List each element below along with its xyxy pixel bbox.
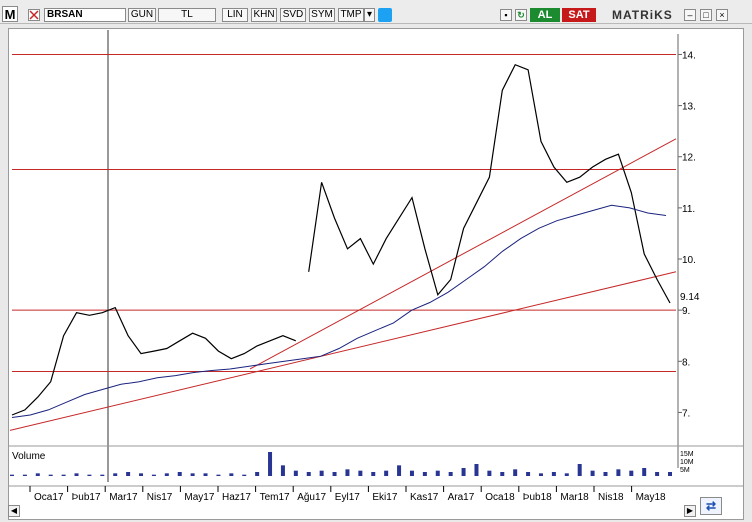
volume-bar bbox=[616, 469, 621, 476]
price-line-segment-2 bbox=[308, 63, 671, 304]
price-tick-label-1: 13. bbox=[682, 102, 696, 113]
volume-bar bbox=[668, 472, 672, 476]
volume-bar bbox=[164, 473, 169, 476]
volume-bar bbox=[409, 470, 414, 476]
volume-bar bbox=[61, 474, 66, 476]
month-label-15: Nis18 bbox=[598, 492, 624, 503]
volume-bar bbox=[422, 472, 427, 476]
price-tick-label-5: 9. bbox=[682, 306, 690, 317]
scroll-left-icon[interactable]: ◀ bbox=[8, 505, 20, 517]
month-label-6: Tem17 bbox=[260, 492, 290, 503]
volume-bar bbox=[474, 464, 479, 476]
volume-bar bbox=[216, 474, 221, 476]
volume-bar bbox=[629, 470, 634, 476]
price-tick-label-3: 11. bbox=[682, 204, 695, 215]
volume-bar bbox=[345, 469, 350, 476]
volume-tick-label-1: 10M bbox=[680, 459, 694, 466]
month-label-9: Eki17 bbox=[372, 492, 397, 503]
volume-bar bbox=[203, 473, 208, 476]
month-label-7: Ağu17 bbox=[297, 492, 326, 503]
volume-bar bbox=[255, 472, 260, 476]
month-label-10: Kas17 bbox=[410, 492, 439, 503]
month-label-3: Nis17 bbox=[147, 492, 173, 503]
volume-bar bbox=[10, 474, 14, 476]
volume-tick-label-2: 5M bbox=[680, 467, 690, 474]
volume-bar bbox=[655, 472, 660, 476]
volume-bar bbox=[526, 472, 531, 476]
volume-bar bbox=[48, 474, 53, 476]
last-price-label: 9.14 bbox=[680, 292, 700, 303]
volume-bar bbox=[500, 472, 505, 476]
price-tick-label-6: 8. bbox=[682, 357, 690, 368]
scroll-right-icon[interactable]: ▶ bbox=[684, 505, 696, 517]
month-label-16: May18 bbox=[636, 492, 666, 503]
volume-bar bbox=[126, 472, 131, 476]
volume-bar bbox=[190, 473, 195, 476]
volume-bar bbox=[113, 473, 118, 476]
volume-bar bbox=[642, 468, 647, 476]
volume-bar bbox=[22, 474, 27, 476]
month-label-5: Haz17 bbox=[222, 492, 251, 503]
month-label-1: Þub17 bbox=[72, 492, 101, 503]
volume-bar bbox=[590, 470, 595, 476]
price-tick-label-7: 7. bbox=[682, 408, 690, 419]
volume-label: Volume bbox=[12, 451, 46, 462]
trend-line-lower bbox=[9, 271, 677, 431]
volume-bar bbox=[538, 473, 543, 476]
price-line-segment-1 bbox=[11, 306, 297, 416]
volume-bar bbox=[293, 470, 298, 476]
volume-bar bbox=[319, 470, 324, 476]
volume-tick-label-0: 15M bbox=[680, 451, 694, 458]
price-tick-label-4: 10. bbox=[682, 255, 696, 266]
volume-bar bbox=[371, 472, 376, 476]
volume-bar bbox=[603, 472, 608, 476]
month-label-11: Ara17 bbox=[448, 492, 475, 503]
month-label-8: Eyl17 bbox=[335, 492, 360, 503]
volume-bar bbox=[358, 470, 363, 476]
price-tick-label-2: 12. bbox=[682, 153, 696, 164]
month-label-0: Oca17 bbox=[34, 492, 64, 503]
volume-bar bbox=[139, 473, 144, 476]
month-label-14: Mar18 bbox=[560, 492, 589, 503]
volume-bar bbox=[577, 464, 582, 476]
volume-bar bbox=[35, 473, 40, 476]
volume-bar bbox=[397, 465, 402, 476]
volume-bar bbox=[177, 472, 182, 476]
volume-bar bbox=[151, 474, 156, 476]
volume-bar bbox=[74, 473, 79, 476]
sync-icon[interactable]: ⇄ bbox=[700, 497, 722, 515]
volume-bar bbox=[229, 473, 234, 476]
volume-bar bbox=[448, 472, 453, 476]
month-label-4: May17 bbox=[184, 492, 214, 503]
volume-bar bbox=[551, 472, 556, 476]
trend-line-upper bbox=[249, 138, 677, 370]
volume-bar bbox=[87, 474, 92, 476]
volume-bar bbox=[384, 470, 389, 476]
volume-bar bbox=[332, 472, 337, 476]
volume-bar bbox=[513, 469, 518, 476]
volume-bar bbox=[100, 474, 105, 476]
month-label-2: Mar17 bbox=[109, 492, 138, 503]
month-label-12: Oca18 bbox=[485, 492, 515, 503]
volume-bar bbox=[435, 470, 440, 476]
volume-bar bbox=[461, 468, 466, 476]
price-chart: 14. 13. 12. 11. 10. 9. 8. 7. 15M10M5M Oca17 Þub17 M… bbox=[8, 30, 744, 503]
volume-bar bbox=[268, 452, 273, 476]
price-tick-label-0: 14. bbox=[682, 50, 696, 61]
volume-bar bbox=[564, 473, 569, 476]
volume-bar bbox=[487, 470, 492, 476]
volume-bar bbox=[280, 465, 285, 476]
volume-bar bbox=[242, 474, 247, 476]
month-label-13: Þub18 bbox=[523, 492, 552, 503]
moving-average-line bbox=[11, 204, 667, 418]
volume-bar bbox=[306, 472, 311, 476]
